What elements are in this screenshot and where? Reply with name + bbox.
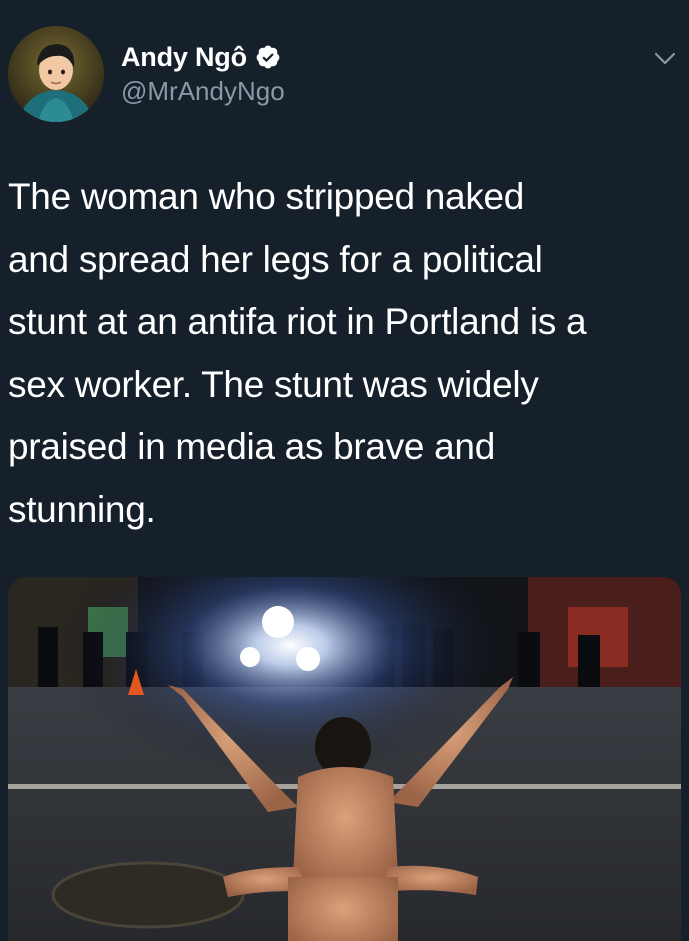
avatar[interactable] <box>8 26 104 122</box>
tweet-media-photo[interactable] <box>8 577 681 941</box>
chevron-down-icon[interactable] <box>651 44 679 72</box>
verified-badge-icon <box>255 44 281 70</box>
avatar-illustration-icon <box>8 26 104 122</box>
author-handle[interactable]: @MrAndyNgo <box>121 76 285 107</box>
street-photo-icon <box>8 577 681 941</box>
author-display-name[interactable]: Andy Ngô <box>121 42 247 73</box>
tweet-card: Andy Ngô @MrAndyNgo The woman who stripp… <box>0 0 689 941</box>
author-name-row[interactable]: Andy Ngô <box>121 40 281 74</box>
tweet-text: The woman who stripped naked and spread … <box>8 176 587 530</box>
